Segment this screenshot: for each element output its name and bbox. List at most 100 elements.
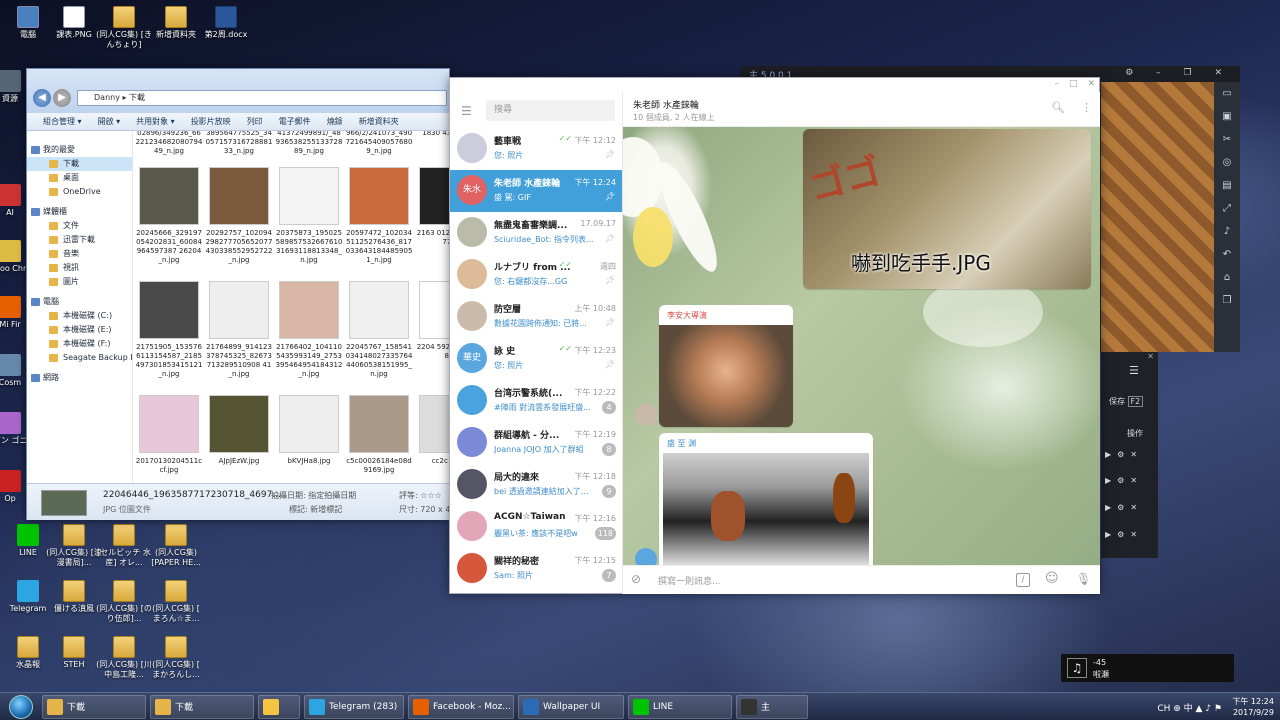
start-button[interactable] [4, 694, 38, 720]
file-item[interactable]: 02896/349236_6622123468208079449_n.jpg [135, 131, 203, 163]
taskbar-item[interactable]: LINE [628, 694, 732, 719]
taskbar-item[interactable]: Facebook - Moz... [408, 694, 514, 719]
nav-item[interactable]: 網路 [27, 371, 132, 385]
tag-value[interactable]: 新增標記 [310, 505, 342, 514]
file-item[interactable]: 20597472_10203451125276436_8170336431844… [345, 167, 413, 265]
attach-icon[interactable]: ⊘ [631, 572, 641, 586]
chat-list-item[interactable]: 關祥的秘密 下午 12:15 Sam: 照片 7 [450, 548, 622, 590]
desktop-icon-folder[interactable]: (同人CG集) [浪漫書局]... [46, 524, 102, 568]
close-icon[interactable]: ✕ [1087, 79, 1095, 89]
chat-list-item[interactable]: 台湾示警系統(... 下午 12:22 #陣雨 對流雲系發展旺盛... 4 [450, 380, 622, 422]
rating-stars[interactable]: ☆☆☆ [420, 491, 442, 500]
panel-row-controls[interactable]: ▶⚙✕ [1105, 503, 1143, 512]
desktop-icon-folder[interactable]: (同人CG集) [PAPER HE... [148, 524, 204, 568]
taskbar-item[interactable]: Telegram (283) [304, 694, 404, 719]
more-icon[interactable]: ⋮ [1081, 101, 1092, 114]
desktop-icon-file[interactable]: 課表.PNG [46, 6, 102, 40]
message-gif-1[interactable]: 李安大導演 [659, 305, 793, 427]
conversation-title[interactable]: 朱老師 水產錸輪 [633, 98, 699, 111]
emoji-icon[interactable]: ☺ [1045, 571, 1059, 586]
nav-item[interactable]: 文件 [27, 219, 132, 233]
nav-item[interactable]: Seagate Backup Pl [27, 351, 132, 365]
desktop-icon-folder[interactable]: (同人CG集) [ まろん☆ま... [148, 580, 204, 624]
nox-tool-icon[interactable]: ⤢ [1214, 197, 1240, 220]
bot-command-icon[interactable]: / [1016, 573, 1030, 587]
back-button[interactable]: ◀ [33, 89, 51, 107]
nav-item[interactable]: 本機磁碟 (E:) [27, 323, 132, 337]
file-item[interactable]: 22045767_1585410341480273357644406053815… [345, 281, 413, 379]
nav-item[interactable]: 下載 [27, 157, 132, 171]
desktop-icon-docx[interactable]: 第2周.docx [198, 6, 254, 40]
file-item[interactable]: cc2c 064( [415, 395, 451, 483]
file-item[interactable]: 20292757_1020942982777056520774303385529… [205, 167, 273, 265]
panel-row-controls[interactable]: ▶⚙✕ [1105, 450, 1143, 459]
nav-item[interactable]: 視訊 [27, 261, 132, 275]
desktop-icon-folder[interactable]: (同人CG集) [ まかろんし... [148, 636, 204, 680]
desktop-icon-folder[interactable]: 僵ける滇風 [46, 580, 102, 614]
chat-list-item[interactable]: 無盡鬼畜審樂調... 17.09.17 Sciuridae_Bot: 指令列表...… [450, 212, 622, 254]
message-gif-2[interactable]: 盛 至 渊 [659, 433, 873, 565]
chat-list-item[interactable]: ACGN☆Taiwan 下午 12:16 麗黑い茶: 應該不是吧w 118 [450, 506, 622, 548]
chat-list-item[interactable]: 琉球上游來來...下午 12:14 [450, 590, 622, 594]
file-item[interactable]: 21764899_914123378745325_826737132895109… [205, 281, 273, 379]
toolbar-new-folder-button[interactable]: 新增資料夾 [351, 113, 407, 130]
search-input[interactable]: 搜尋 [486, 100, 615, 121]
nav-item[interactable]: 我的最愛 [27, 143, 132, 157]
microphone-icon[interactable]: 🎙︎ [1076, 572, 1091, 586]
nox-tool-icon[interactable]: ⌂ [1214, 266, 1240, 289]
taskbar-item[interactable]: 下載 [150, 694, 254, 719]
file-item[interactable]: AJpJEzW.jpg [205, 395, 273, 483]
message-image-jojo[interactable]: ゴゴ 嚇到吃手手.JPG [803, 129, 1091, 289]
nav-item[interactable]: 本機磁碟 (F:) [27, 337, 132, 351]
desktop-icon-folder[interactable]: STEH [46, 636, 102, 670]
forward-button[interactable]: ▶ [53, 89, 71, 107]
file-item[interactable]: 966/2/241073_4907216454090576809_n.jpg [345, 131, 413, 163]
toolbar-organize-button[interactable]: 組合管理 ▾ [35, 113, 90, 130]
file-item[interactable]: 20375873_1950255898575326676103169311881… [275, 167, 343, 265]
music-note-icon[interactable]: ♫ [1067, 658, 1087, 678]
file-item[interactable]: 41372499891/_4893653825513372889_n.jpg [275, 131, 343, 163]
panel-row-controls[interactable]: ▶⚙✕ [1105, 530, 1143, 539]
taskbar-item[interactable]: 主 [736, 694, 808, 719]
avatar[interactable] [635, 404, 657, 426]
chat-list-item[interactable]: 藝車戦 下午 12:12 ✓✓ 您: 照片 📌︎ [450, 128, 622, 170]
address-bar[interactable]: Danny ▸ 下載 [77, 90, 447, 106]
nav-item[interactable]: 桌面 [27, 171, 132, 185]
nav-item[interactable]: 本機磁碟 (C:) [27, 309, 132, 323]
nox-tool-icon[interactable]: ♪ [1214, 220, 1240, 243]
avatar[interactable] [635, 548, 657, 565]
desktop-icon-folder[interactable]: (同人CG集) [川中島工隆... [96, 636, 152, 680]
menu-icon[interactable]: ☰ [461, 104, 472, 118]
desktop-icon-folder[interactable]: (同人CG集) [きんちょり] [96, 6, 152, 50]
toolbar-slideshow-button[interactable]: 投影片放映 [183, 113, 239, 130]
clock[interactable]: 下午 12:24 2017/9/29 [1232, 696, 1274, 718]
chat-list-item[interactable]: 華史詠 史下午 12:23 ✓✓ 您: 照片 📌︎ [450, 338, 622, 380]
nox-tool-icon[interactable]: ◎ [1214, 151, 1240, 174]
message-input[interactable]: 撰寫一則訊息... [658, 574, 721, 587]
nav-item[interactable]: 電腦 [27, 295, 132, 309]
nox-game-view[interactable] [1101, 82, 1214, 352]
file-item[interactable]: 389564775525_3405715731672888133_n.jpg [205, 131, 273, 163]
list-icon[interactable]: ☰ [1129, 364, 1139, 377]
toolbar-burn-button[interactable]: 燒錄 [319, 113, 351, 130]
desktop-icon-folder[interactable]: [セルビッチ 水産] オレ... [96, 524, 152, 568]
taskbar-item[interactable]: Wallpaper UI [518, 694, 624, 719]
file-item[interactable]: 21766402_1041105435993149_27533954649541… [275, 281, 343, 379]
panel-row-controls[interactable]: ▶⚙✕ [1105, 476, 1143, 485]
chat-list-item[interactable]: ルナブリ from ... 週四 ✓✓ 您: 右鍵都沒存...GG 📌︎ [450, 254, 622, 296]
file-item[interactable]: 2163 0129 1657 1776 [415, 167, 451, 265]
nav-item[interactable]: 媒體櫃 [27, 205, 132, 219]
desktop-icon-folder[interactable]: (同人CG集) [のり伍郎]... [96, 580, 152, 624]
nox-tool-icon[interactable]: ▭ [1214, 82, 1240, 105]
language-indicator[interactable]: CH ⊕ 中 [1157, 704, 1192, 714]
chat-list-item[interactable]: 朱水 朱老師 水產錸輪 下午 12:24 盛 駕: GIF 📌︎ [450, 170, 622, 212]
nox-window-controls[interactable]: ⚙ – ❐ ✕ [1125, 68, 1232, 78]
nox-tool-icon[interactable]: ▣ [1214, 105, 1240, 128]
nav-item[interactable]: 音樂 [27, 247, 132, 261]
toolbar-print-button[interactable]: 列印 [239, 113, 271, 130]
chat-list-item[interactable]: 局大的違來 下午 12:18 bei 透過邀請連結加入了... 9 [450, 464, 622, 506]
chat-list-item[interactable]: 群組導航 - 分... 下午 12:19 Joanna JOJO 加入了群組 8 [450, 422, 622, 464]
file-item[interactable]: c5c00026184e08d9169.jpg [345, 395, 413, 483]
toolbar-email-button[interactable]: 電子郵件 [271, 113, 319, 130]
nav-item[interactable]: OneDrive [27, 185, 132, 199]
